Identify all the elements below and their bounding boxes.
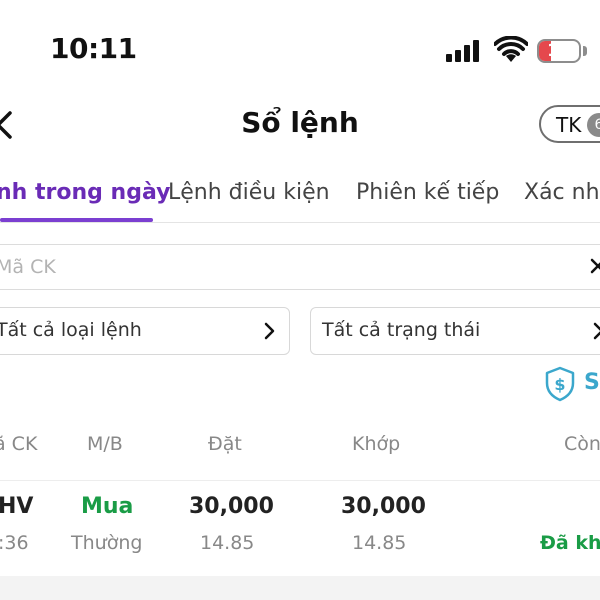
tab-conditional-orders[interactable]: Lệnh điều kiện <box>168 180 330 205</box>
cellular-signal-icon <box>446 38 479 62</box>
battery-percent: 19 <box>547 41 571 61</box>
row-order-kind: Thường <box>71 532 143 554</box>
account-label: TK <box>556 113 582 137</box>
column-header-remaining: Còn <box>564 433 600 455</box>
row-matched-price: 14.85 <box>352 532 407 554</box>
tab-divider <box>0 222 600 223</box>
svg-text:$: $ <box>554 375 565 394</box>
safe-label[interactable]: Sa <box>584 370 600 395</box>
dollar-shield-icon[interactable]: $ <box>544 366 576 402</box>
battery-icon: 19 <box>537 39 581 63</box>
wifi-icon <box>494 36 528 62</box>
search-placeholder: Mã CK <box>0 256 56 278</box>
column-header-symbol: ã CK <box>0 433 38 455</box>
next-row-placeholder <box>0 576 600 600</box>
active-tab-indicator <box>0 218 153 222</box>
row-matched-quantity: 30,000 <box>341 494 426 519</box>
table-header-divider <box>0 480 600 481</box>
tab-next-session[interactable]: Phiên kế tiếp <box>356 180 499 205</box>
close-icon[interactable] <box>590 258 600 274</box>
status-time: 10:11 <box>50 32 137 65</box>
column-header-side: M/B <box>87 433 123 455</box>
column-header-placed: Đặt <box>208 433 242 455</box>
row-symbol: HV <box>0 494 34 519</box>
order-type-filter-label: Tất cả loại lệnh <box>0 319 142 341</box>
row-status: Đã khớ <box>540 532 600 554</box>
row-side: Mua <box>81 494 134 519</box>
page-title: Sổ lệnh <box>241 106 359 139</box>
tab-intraday-orders[interactable]: nh trong ngày <box>0 180 170 205</box>
row-placed-quantity: 30,000 <box>189 494 274 519</box>
tab-confirmation[interactable]: Xác nhậ <box>524 180 600 205</box>
chevron-right-icon <box>264 322 275 340</box>
row-placed-price: 14.85 <box>200 532 255 554</box>
chevron-right-icon <box>593 322 600 340</box>
status-filter-label: Tất cả trạng thái <box>322 319 481 341</box>
battery-nub <box>583 46 587 56</box>
row-time: :36 <box>0 532 29 554</box>
column-header-matched: Khớp <box>352 433 401 455</box>
symbol-search-input[interactable] <box>0 244 600 290</box>
